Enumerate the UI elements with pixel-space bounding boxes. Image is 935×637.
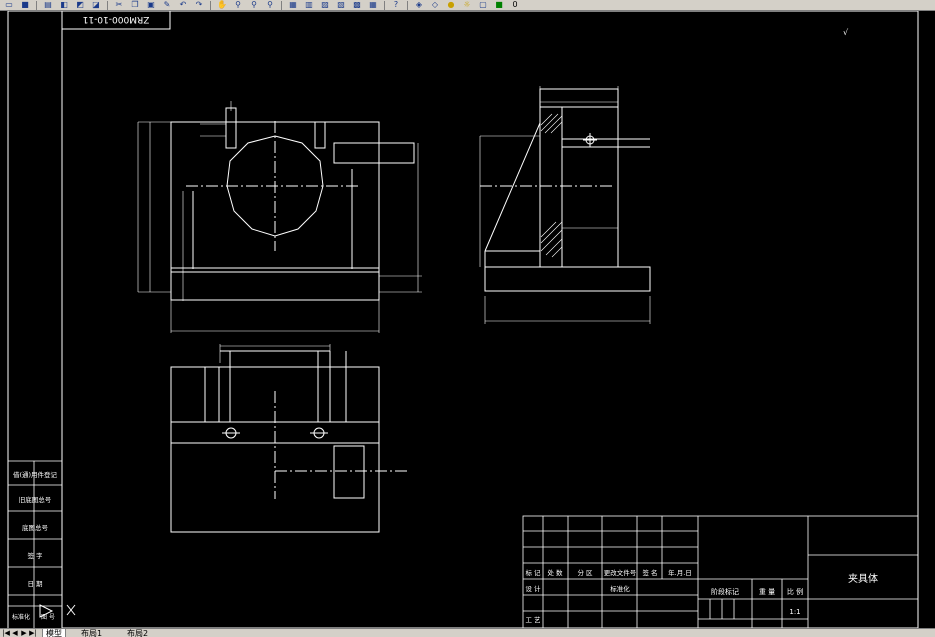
drawing-canvas[interactable]: ZRM000-10-11 √ 夹具体 1:1 阶段标记 重 量 比 例 标 记 … [0,10,935,629]
open-icon[interactable]: ▭ [2,0,16,10]
zoom-realtime-icon[interactable]: ⚲ [231,0,245,10]
tab-next-icon[interactable]: ▶ [20,629,28,637]
undo-icon[interactable]: ↶ [176,0,190,10]
stage-mark-label: 阶段标记 [711,587,739,596]
top-view [170,344,410,533]
sheetset-icon[interactable]: ▧ [334,0,348,10]
lock-icon[interactable]: ▢ [476,0,490,10]
tb-header-0: 标 记 [525,568,541,577]
save-icon[interactable]: ■ [18,0,32,10]
standard-toolbar: ▭ ■ ▤ ◧ ◩ ◪ ✂ ❐ ▣ ✎ ↶ ↷ ✋ ⚲ ⚲ ⚲ ▦ ▥ ▨ ▧ … [0,0,935,11]
toolbar-separator [281,0,282,10]
tab-layout1[interactable]: 布局1 [78,629,105,637]
tb-header-1: 处 数 [547,568,563,577]
tab-model[interactable]: 模型 [42,629,66,637]
toolbar-separator [210,0,211,10]
help-icon[interactable]: ? [389,0,403,10]
layer-name[interactable]: 0 [508,0,522,10]
toolbar-separator [407,0,408,10]
corner-note: √ [843,28,849,37]
tb-process: 工 艺 [525,616,541,624]
drawing-svg[interactable]: ZRM000-10-11 √ 夹具体 1:1 阶段标记 重 量 比 例 标 记 … [0,10,935,629]
toolbar-separator [107,0,108,10]
tb-header-2: 分 区 [577,568,593,577]
layer-state-icon[interactable]: ◇ [428,0,442,10]
side-label-2: 底图总号 [22,523,49,532]
side-label-4: 日 期 [27,580,43,588]
publish-icon[interactable]: ◩ [73,0,87,10]
scale-value: 1:1 [789,608,800,616]
side-view [479,86,651,324]
sheet-border [61,10,919,629]
title-code-text: ZRM000-10-11 [83,14,150,24]
designcenter-icon[interactable]: ▥ [302,0,316,10]
ratio-label: 比 例 [787,587,803,596]
tb-design: 设 计 [525,584,541,593]
toolbar-separator [384,0,385,10]
match-icon[interactable]: ✎ [160,0,174,10]
copy-icon[interactable]: ❐ [128,0,142,10]
side-label-5: 标准化 [12,613,30,621]
toolbar-separator [36,0,37,10]
tab-layout2[interactable]: 布局2 [124,629,151,637]
tab-first-icon[interactable]: |◀ [2,629,10,637]
layout-tabbar: |◀ ◀ ▶ ▶| 模型 布局1 布局2 [0,628,935,637]
paste-icon[interactable]: ▣ [144,0,158,10]
left-strip [8,460,62,628]
redo-icon[interactable]: ↷ [192,0,206,10]
plot-icon[interactable]: ◪ [89,0,103,10]
tb-standard: 标准化 [610,584,630,593]
side-label-1: 旧底图总号 [19,495,52,504]
part-name: 夹具体 [848,572,878,585]
side-label-3: 签 字 [27,551,43,560]
front-view [137,101,422,333]
weight-label: 重 量 [759,588,775,596]
markup-icon[interactable]: ▩ [350,0,364,10]
tb-header-3: 更改文件号 [604,568,637,577]
tb-header-5: 年.月.日 [668,568,692,577]
pan-icon[interactable]: ✋ [215,0,229,10]
bulb-icon[interactable]: ● [444,0,458,10]
tab-last-icon[interactable]: ▶| [29,629,37,637]
zoom-window-icon[interactable]: ⚲ [247,0,261,10]
side-label-0: 借(通)用件登记 [13,470,58,479]
print-icon[interactable]: ▤ [41,0,55,10]
toolpalette-icon[interactable]: ▨ [318,0,332,10]
color-swatch-icon[interactable]: ■ [492,0,506,10]
tb-header-4: 签 名 [642,568,657,577]
tab-prev-icon[interactable]: ◀ [11,629,19,637]
layer-icon[interactable]: ◈ [412,0,426,10]
zoom-previous-icon[interactable]: ⚲ [263,0,277,10]
calculator-icon[interactable]: ▦ [366,0,380,10]
sun-icon[interactable]: ☼ [460,0,474,10]
cut-icon[interactable]: ✂ [112,0,126,10]
preview-icon[interactable]: ◧ [57,0,71,10]
properties-icon[interactable]: ▦ [286,0,300,10]
